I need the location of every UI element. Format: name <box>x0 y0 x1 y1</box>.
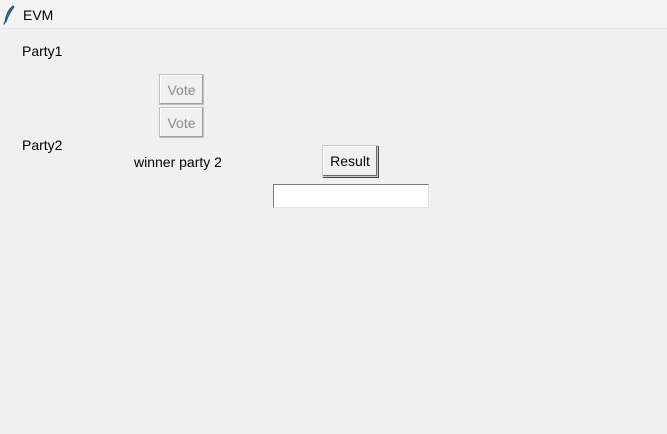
main-window-content: Party1 Vote Vote Party2 winner party 2 R… <box>0 29 667 434</box>
winner-label: winner party 2 <box>134 154 222 170</box>
feather-icon <box>3 5 15 25</box>
result-entry[interactable] <box>273 184 429 208</box>
vote-party2-button[interactable]: Vote <box>159 107 204 138</box>
result-button[interactable]: Result <box>322 145 378 177</box>
window-title: EVM <box>23 7 54 23</box>
party2-label: Party2 <box>22 137 63 153</box>
party1-label: Party1 <box>22 43 63 59</box>
vote-party1-button[interactable]: Vote <box>159 74 204 105</box>
title-bar: EVM <box>0 0 667 29</box>
